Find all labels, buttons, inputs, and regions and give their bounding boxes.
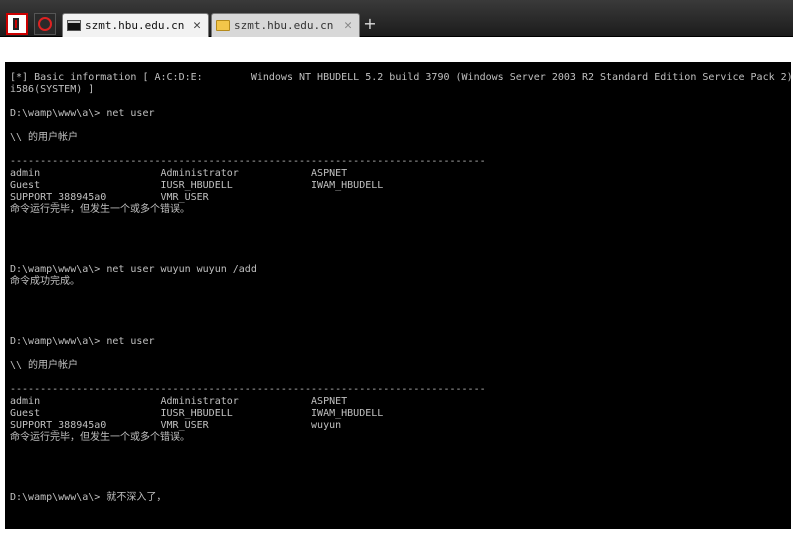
app-menu-icon[interactable]	[6, 13, 28, 35]
console-line: \\ 的用户帐户	[10, 132, 79, 143]
tab-bar: szmt.hbu.edu.cn ✕ szmt.hbu.edu.cn ✕ +	[0, 0, 793, 37]
toolbar-area	[0, 37, 793, 62]
console-output[interactable]: [*] Basic information [ A:C:D:E: Windows…	[5, 62, 791, 529]
console-line: D:\wamp\www\a\> 就不深入了，	[10, 492, 167, 503]
close-icon[interactable]: ✕	[190, 18, 204, 33]
console-line: 命令成功完成。	[10, 276, 80, 287]
console-line: D:\wamp\www\a\> net user	[10, 336, 155, 347]
console-line: D:\wamp\www\a\> net user wuyun wuyun /ad…	[10, 264, 257, 275]
close-icon[interactable]: ✕	[341, 18, 355, 33]
tab-console[interactable]: szmt.hbu.edu.cn ✕	[62, 13, 209, 37]
record-icon[interactable]	[34, 13, 56, 35]
tab-title: szmt.hbu.edu.cn	[85, 19, 185, 32]
console-line: SUPPORT_388945a0 VMR_USER wuyun	[10, 420, 342, 431]
console-line: 命令运行完毕，但发生一个或多个错误。	[10, 204, 190, 215]
separator-line: ----------------------------------------…	[10, 384, 486, 395]
console-line: i586(SYSTEM) ]	[10, 84, 95, 95]
console-line: Guest IUSR_HBUDELL IWAM_HBUDELL	[10, 180, 384, 191]
console-line: 命令运行完毕，但发生一个或多个错误。	[10, 432, 190, 443]
console-line: D:\wamp\www\a\> net user	[10, 108, 155, 119]
console-icon	[67, 20, 81, 31]
console-line: admin Administrator ASPNET	[10, 396, 348, 407]
console-line: admin Administrator ASPNET	[10, 168, 348, 179]
folder-icon	[216, 20, 230, 31]
console-line: \\ 的用户帐户	[10, 360, 79, 371]
console-line: Guest IUSR_HBUDELL IWAM_HBUDELL	[10, 408, 384, 419]
separator-line: ----------------------------------------…	[10, 156, 486, 167]
console-line: SUPPORT_388945a0 VMR_USER	[10, 192, 209, 203]
bottom-strip	[0, 529, 793, 545]
tab-file-manager[interactable]: szmt.hbu.edu.cn ✕	[211, 13, 360, 37]
new-tab-button[interactable]: +	[362, 14, 378, 34]
tab-title: szmt.hbu.edu.cn	[234, 19, 334, 32]
console-line: [*] Basic information [ A:C:D:E: Windows…	[10, 72, 791, 83]
